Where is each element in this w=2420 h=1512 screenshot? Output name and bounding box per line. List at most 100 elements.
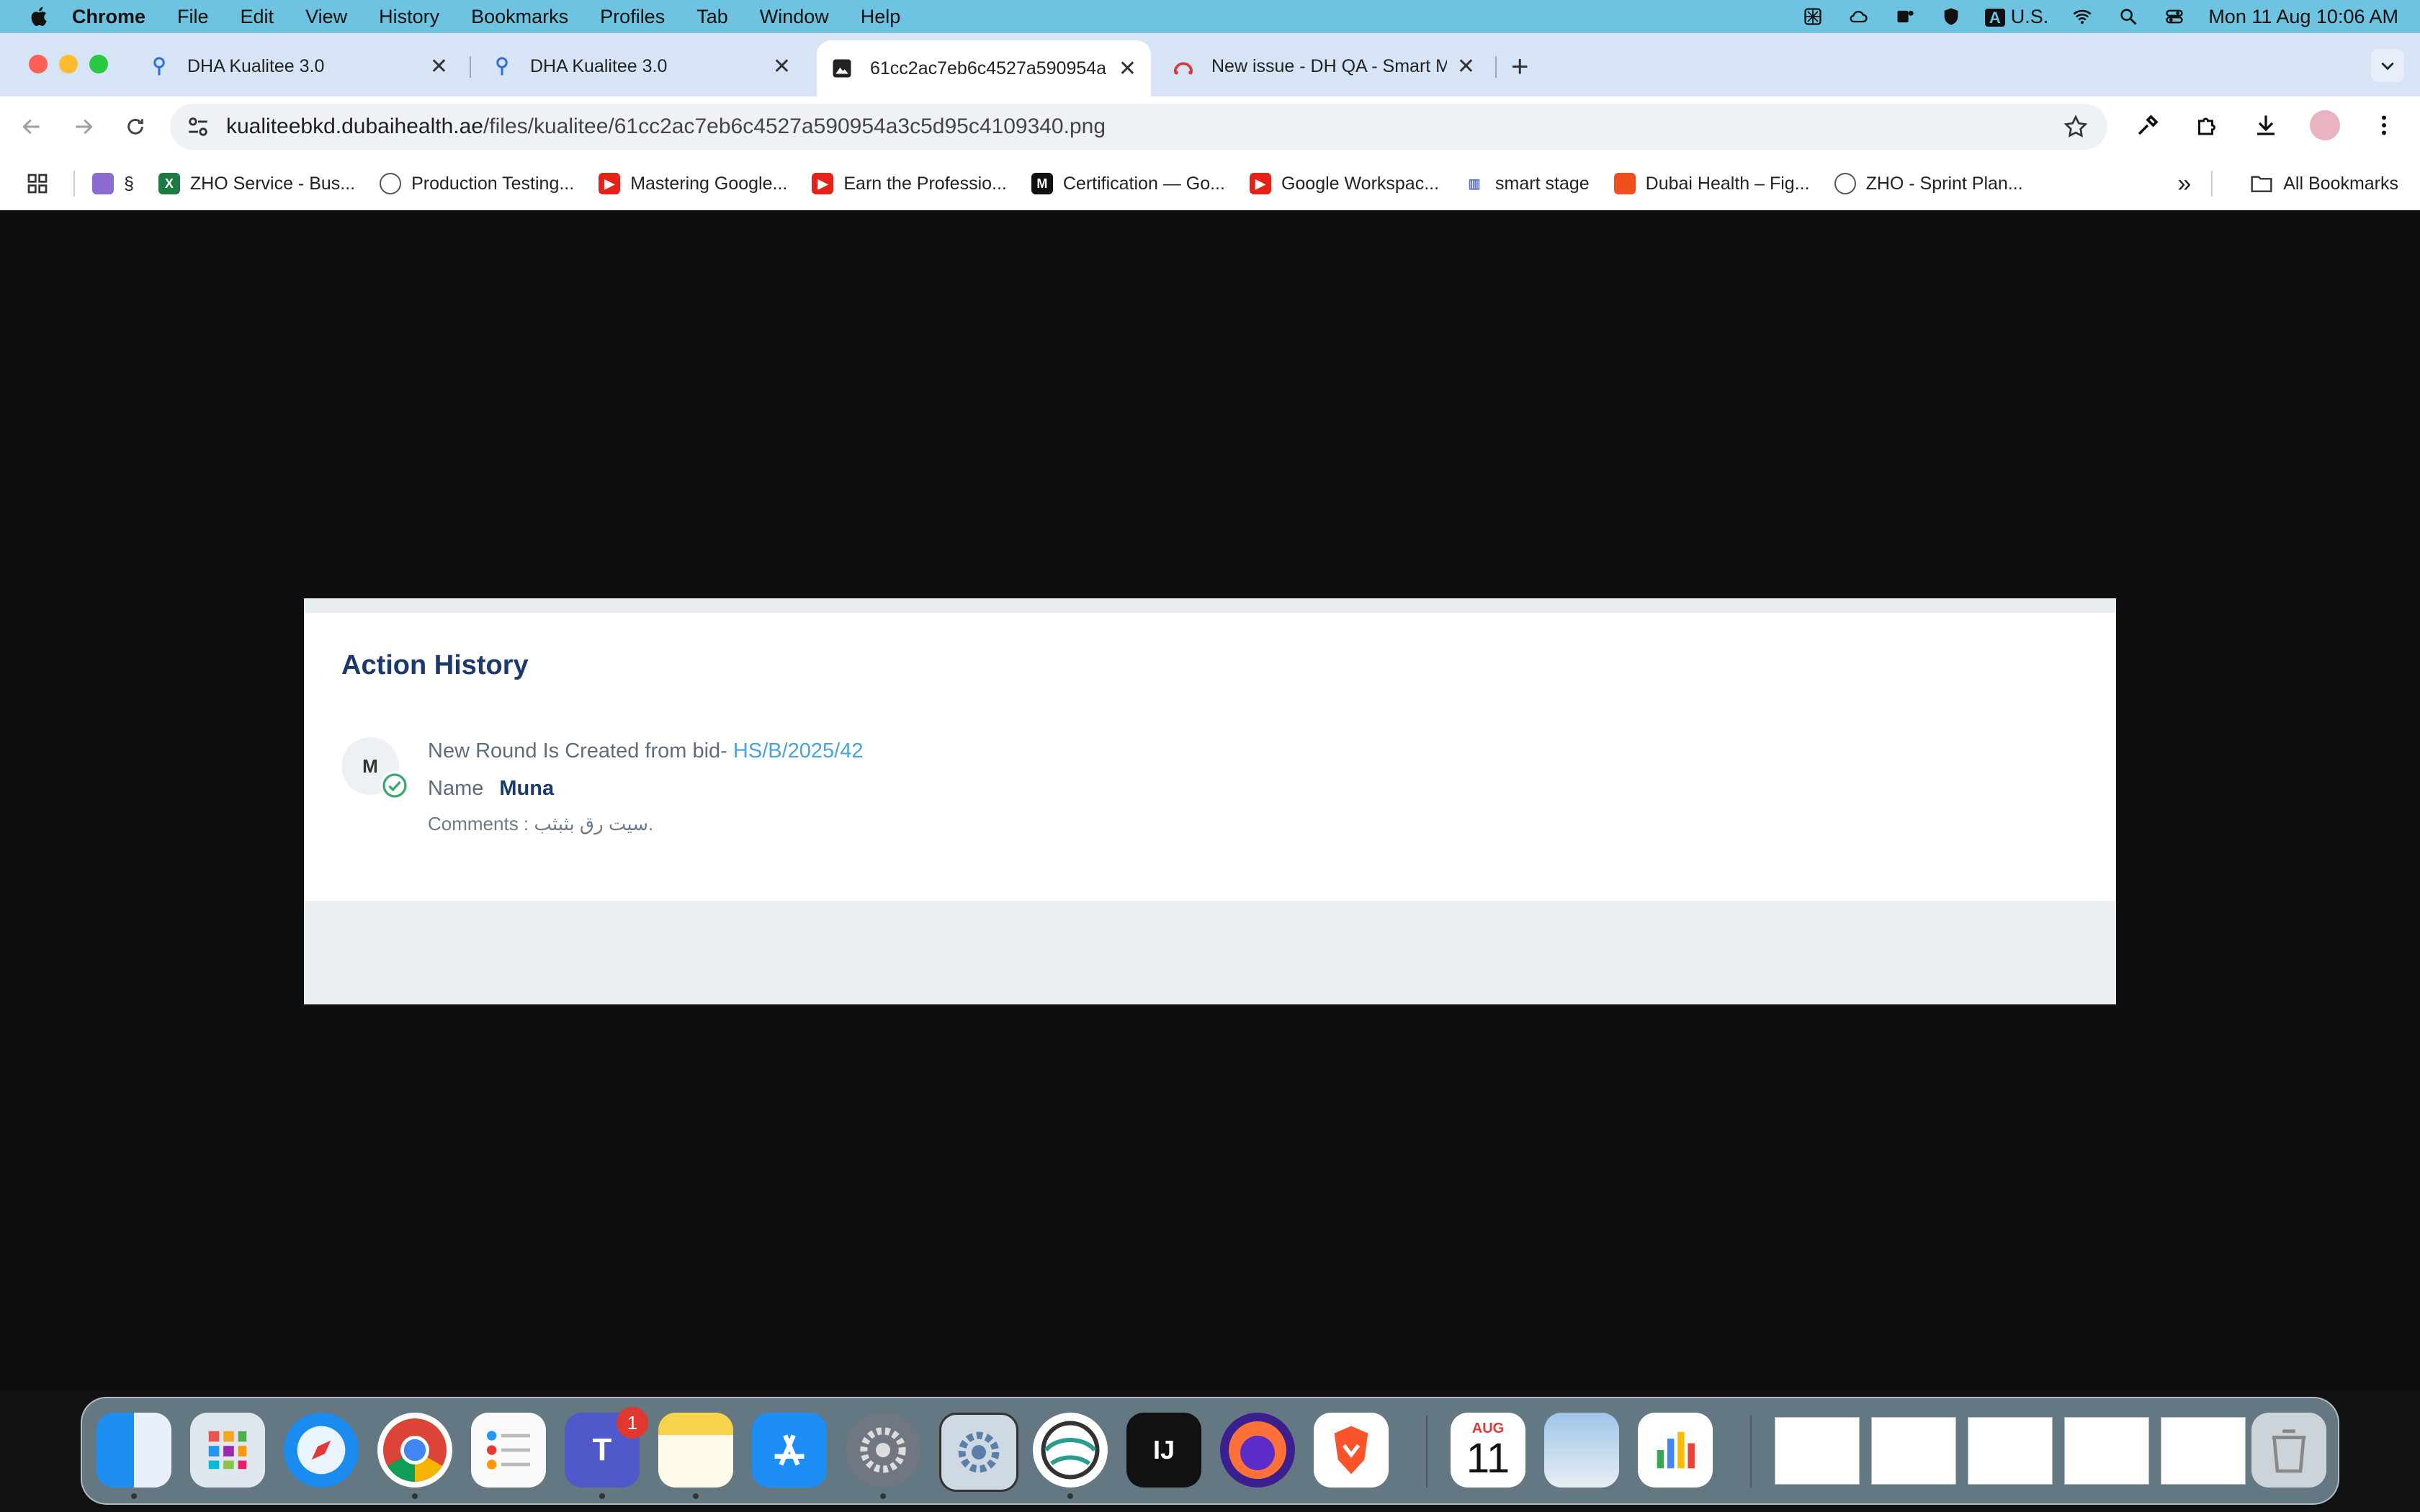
history-entry-comments: Comments : سيت رق بثبثب.: [428, 813, 654, 834]
input-source[interactable]: A U.S.: [1984, 6, 2048, 28]
bookmark-item[interactable]: ▶ Mastering Google...: [599, 173, 787, 194]
app-store-icon[interactable]: [752, 1413, 827, 1488]
tab-new-issue[interactable]: New issue - DH QA - Smart M ✕: [1158, 42, 1489, 91]
numbers-chart-icon[interactable]: [1638, 1413, 1713, 1488]
cloud-sync-icon[interactable]: [1847, 6, 1871, 27]
bookmark-item[interactable]: M Certification — Go...: [1031, 173, 1225, 194]
running-indicator: [880, 1493, 886, 1499]
menu-tab[interactable]: Tab: [696, 6, 728, 28]
firefox-icon[interactable]: [1220, 1413, 1295, 1488]
chrome-icon[interactable]: [377, 1413, 452, 1488]
teams-icon[interactable]: T1: [565, 1407, 648, 1488]
menu-help[interactable]: Help: [861, 6, 901, 28]
bookmark-item[interactable]: §: [92, 173, 134, 194]
tab-close-icon[interactable]: ✕: [773, 54, 791, 79]
spotlight-search-icon[interactable]: [2116, 6, 2141, 27]
reload-icon: [127, 119, 143, 135]
preview-icon[interactable]: [1544, 1413, 1619, 1488]
check-circle-icon: [380, 771, 409, 800]
tab-label: DHA Kualitee 3.0: [530, 55, 668, 76]
menu-window[interactable]: Window: [760, 6, 829, 28]
gear-utility-icon[interactable]: [939, 1413, 1018, 1492]
menu-view[interactable]: View: [305, 6, 347, 28]
minimized-window-thumbnail[interactable]: [2161, 1417, 2246, 1485]
apps-grid-icon[interactable]: [26, 172, 49, 195]
excel-icon: X: [158, 173, 180, 194]
profile-avatar-icon[interactable]: [2308, 108, 2342, 143]
menu-profiles[interactable]: Profiles: [600, 6, 665, 28]
all-bookmarks-button[interactable]: All Bookmarks: [2250, 174, 2398, 194]
tab-search-button[interactable]: [2371, 49, 2404, 82]
bookmarks-right: » All Bookmarks: [2177, 157, 2398, 210]
notes-icon[interactable]: [658, 1413, 733, 1488]
eyedropper-extension-icon[interactable]: [2130, 108, 2165, 143]
forward-button[interactable]: [68, 111, 99, 143]
minimized-window-thumbnail[interactable]: [1775, 1417, 1860, 1485]
control-center-icon[interactable]: [2162, 6, 2187, 27]
site-info-icon[interactable]: [186, 114, 210, 139]
tab-image-file[interactable]: 61cc2ac7eb6c4527a590954a ✕: [817, 40, 1151, 96]
tab-dha-kualitee-2[interactable]: DHA Kualitee 3.0 ✕: [477, 42, 805, 91]
address-bar[interactable]: kualiteebkd.dubaihealth.ae/files/kualite…: [170, 104, 2107, 150]
back-button[interactable]: [16, 111, 48, 143]
menu-edit[interactable]: Edit: [241, 6, 274, 28]
more-menu-icon[interactable]: [2367, 108, 2401, 143]
download-icon[interactable]: [2249, 108, 2283, 143]
network-globe-icon[interactable]: [1033, 1413, 1108, 1488]
tab-strip: DHA Kualitee 3.0 ✕ DHA Kualitee 3.0 ✕ 61…: [0, 33, 2420, 96]
medium-icon: M: [1031, 173, 1053, 194]
minimized-window-thumbnail[interactable]: [2064, 1417, 2149, 1485]
safari-icon[interactable]: [284, 1413, 359, 1488]
shield-icon[interactable]: [1939, 6, 1963, 27]
toolbar-actions: [2130, 108, 2420, 143]
system-settings-icon[interactable]: [846, 1413, 920, 1488]
bookmark-label: Earn the Professio...: [843, 173, 1007, 194]
minimize-window-button[interactable]: [59, 55, 78, 73]
bookmark-star-icon[interactable]: [2063, 114, 2089, 140]
bookmark-item[interactable]: ZHO - Sprint Plan...: [1834, 173, 2023, 194]
reminders-icon[interactable]: [471, 1413, 546, 1488]
bookmark-item[interactable]: ▶ Earn the Professio...: [812, 173, 1007, 194]
intellij-icon[interactable]: IJ: [1126, 1413, 1201, 1488]
tab-close-icon[interactable]: ✕: [1457, 54, 1475, 79]
brave-icon[interactable]: [1314, 1413, 1389, 1488]
bookmark-label: ZHO Service - Bus...: [189, 173, 356, 194]
bookmark-item[interactable]: X ZHO Service - Bus...: [158, 173, 355, 194]
menu-app-name[interactable]: Chrome: [72, 6, 145, 28]
reload-button[interactable]: [120, 111, 151, 143]
calendar-icon[interactable]: AUG 11: [1451, 1413, 1525, 1488]
menu-bookmarks[interactable]: Bookmarks: [471, 6, 568, 28]
tab-close-icon[interactable]: ✕: [1119, 56, 1137, 81]
running-indicator: [131, 1493, 137, 1499]
bookmarks-overflow-button[interactable]: »: [2177, 170, 2191, 198]
minimized-window-thumbnail[interactable]: [1871, 1417, 1956, 1485]
bookmark-item[interactable]: ▶ Google Workspac...: [1249, 173, 1440, 194]
launchpad-icon[interactable]: [190, 1413, 265, 1488]
tab-dha-kualitee-1[interactable]: DHA Kualitee 3.0 ✕: [134, 42, 462, 91]
tab-close-icon[interactable]: ✕: [430, 54, 448, 79]
clock[interactable]: Mon 11 Aug 10:06 AM: [2208, 6, 2398, 28]
youtube-icon: ▶: [599, 173, 621, 194]
bookmark-label: §: [124, 173, 134, 194]
new-tab-button[interactable]: +: [1511, 49, 1529, 84]
bookmark-item[interactable]: Dubai Health – Fig...: [1613, 173, 1810, 194]
close-window-button[interactable]: [29, 55, 48, 73]
zoom-window-button[interactable]: [89, 55, 108, 73]
bookmark-label: Google Workspac...: [1281, 173, 1440, 194]
teams-status-icon[interactable]: [1893, 6, 1917, 27]
trash-icon[interactable]: [2251, 1413, 2326, 1488]
apple-menu-icon[interactable]: [27, 4, 52, 29]
finder-icon[interactable]: [97, 1413, 171, 1488]
menu-file[interactable]: File: [177, 6, 209, 28]
displayed-image: Action History M New Round Is Created fr…: [304, 598, 2116, 1004]
bookmark-label: Certification — Go...: [1062, 173, 1225, 194]
menu-history[interactable]: History: [379, 6, 439, 28]
bookmark-item[interactable]: Production Testing...: [380, 173, 574, 194]
bookmark-label: ZHO - Sprint Plan...: [1865, 173, 2023, 194]
perplexity-icon[interactable]: [1801, 6, 1825, 27]
wifi-icon[interactable]: [2070, 6, 2094, 27]
bookmark-item[interactable]: ▥ smart stage: [1464, 173, 1590, 194]
extensions-puzzle-icon[interactable]: [2190, 108, 2224, 143]
running-indicator: [412, 1493, 418, 1499]
minimized-window-thumbnail[interactable]: [1968, 1417, 2053, 1485]
